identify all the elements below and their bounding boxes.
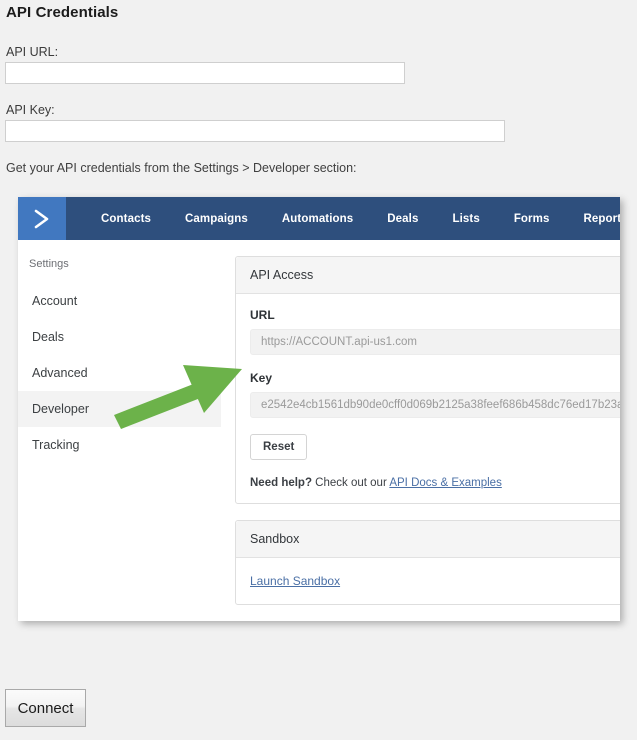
nav-item-campaigns[interactable]: Campaigns: [168, 213, 265, 225]
api-access-card-body: URL https://ACCOUNT.api-us1.com Key e254…: [236, 294, 620, 503]
sandbox-card-title: Sandbox: [236, 521, 620, 558]
credentials-hint-text: Get your API credentials from the Settin…: [6, 161, 357, 175]
nav-item-deals[interactable]: Deals: [370, 213, 435, 225]
api-key-input[interactable]: [5, 120, 505, 142]
need-help-prefix: Need help?: [250, 477, 312, 489]
sidebar-item-deals[interactable]: Deals: [18, 319, 221, 355]
api-url-readonly-value[interactable]: https://ACCOUNT.api-us1.com: [250, 329, 620, 355]
launch-sandbox-link[interactable]: Launch Sandbox: [250, 574, 340, 588]
sidebar-heading: Settings: [29, 258, 69, 270]
app-body: Settings Account Deals Advanced Develope…: [18, 240, 620, 621]
sidebar-item-advanced[interactable]: Advanced: [18, 355, 221, 391]
app-top-navigation: Contacts Campaigns Automations Deals Lis…: [18, 197, 620, 240]
nav-item-automations[interactable]: Automations: [265, 213, 370, 225]
reset-api-key-button[interactable]: Reset: [250, 434, 308, 460]
nav-item-contacts[interactable]: Contacts: [84, 213, 168, 225]
api-url-label: API URL:: [6, 45, 59, 59]
sidebar-item-tracking[interactable]: Tracking: [18, 427, 221, 463]
api-access-card-title: API Access: [236, 257, 620, 294]
api-url-input[interactable]: [5, 62, 405, 84]
embedded-screenshot: Contacts Campaigns Automations Deals Lis…: [18, 197, 620, 621]
need-help-text: Need help? Check out our API Docs & Exam…: [250, 477, 620, 489]
sidebar-item-developer[interactable]: Developer: [18, 391, 221, 427]
sidebar-item-list: Account Deals Advanced Developer Trackin…: [18, 283, 221, 463]
nav-item-reports[interactable]: Reports: [566, 213, 620, 225]
api-url-field-label: URL: [250, 308, 275, 322]
nav-item-lists[interactable]: Lists: [435, 213, 496, 225]
connect-button[interactable]: Connect: [5, 689, 86, 727]
api-key-label: API Key:: [6, 103, 55, 117]
nav-item-forms[interactable]: Forms: [497, 213, 567, 225]
api-docs-link[interactable]: API Docs & Examples: [389, 477, 501, 489]
chevron-right-logo-icon[interactable]: [18, 197, 66, 240]
api-access-card: API Access URL https://ACCOUNT.api-us1.c…: [235, 256, 620, 504]
sandbox-card-body: Launch Sandbox: [236, 558, 620, 604]
api-key-readonly-value[interactable]: e2542e4cb1561db90de0cff0d069b2125a38feef…: [250, 392, 620, 418]
settings-sidebar: Settings Account Deals Advanced Develope…: [18, 240, 222, 621]
nav-item-list: Contacts Campaigns Automations Deals Lis…: [66, 197, 620, 240]
sandbox-card: Sandbox Launch Sandbox: [235, 520, 620, 605]
page-title: API Credentials: [6, 4, 119, 21]
api-key-field-label: Key: [250, 371, 273, 385]
sidebar-item-account[interactable]: Account: [18, 283, 221, 319]
need-help-body: Check out our: [311, 477, 390, 489]
settings-content: API Access URL https://ACCOUNT.api-us1.c…: [221, 240, 620, 621]
